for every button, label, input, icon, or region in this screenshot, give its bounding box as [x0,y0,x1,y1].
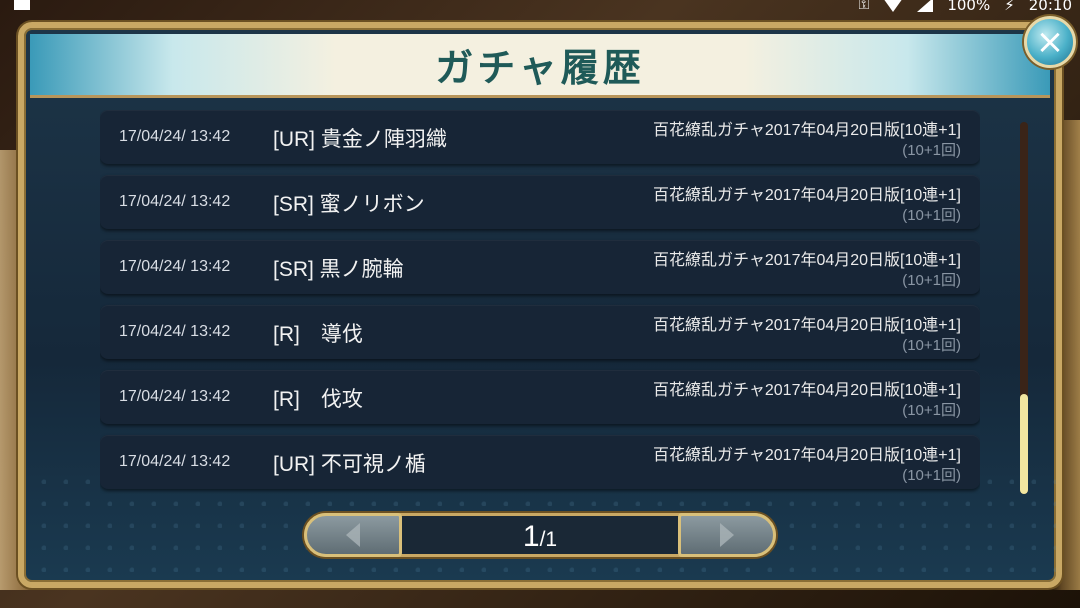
row-gacha-name: 百花繚乱ガチャ2017年04月20日版[10連+1] [653,122,961,139]
history-row: 17/04/24/ 13:42 [R] 伐攻 百花繚乱ガチャ2017年04月20… [100,370,980,424]
row-pull-count: (10+1回) [902,272,961,289]
key-icon: ⚿ [858,0,870,13]
row-pull-count: (10+1回) [902,337,961,354]
history-row: 17/04/24/ 13:42 [SR] 蜜ノリボン 百花繚乱ガチャ2017年0… [100,175,980,229]
prev-page-button[interactable] [304,513,402,557]
row-card-name: [R] 伐攻 [273,388,363,411]
history-row: 17/04/24/ 13:42 [UR] 不可視ノ楯 百花繚乱ガチャ2017年0… [100,435,980,489]
row-pull-count: (10+1回) [902,207,961,224]
row-date: 17/04/24/ 13:42 [119,388,231,405]
charging-icon: ⚡ [1004,0,1015,14]
row-pull-count: (10+1回) [902,467,961,484]
dialog-title: ガチャ履歴 [435,45,645,90]
row-date: 17/04/24/ 13:42 [119,323,231,340]
row-card-name: [SR] 蜜ノリボン [273,193,425,216]
row-card-name: [UR] 貴金ノ陣羽織 [273,128,447,151]
page-total: /1 [539,528,558,551]
dialog-title-bar: ガチャ履歴 [30,34,1050,98]
row-gacha-name: 百花繚乱ガチャ2017年04月20日版[10連+1] [653,252,961,269]
row-gacha-name: 百花繚乱ガチャ2017年04月20日版[10連+1] [653,447,961,464]
row-date: 17/04/24/ 13:42 [119,258,231,275]
row-card-name: [UR] 不可視ノ楯 [273,453,426,476]
close-button[interactable]: × [1024,16,1076,68]
row-card-name: [R] 導伐 [273,323,363,346]
history-list[interactable]: 17/04/24/ 13:42 [UR] 貴金ノ陣羽織 百花繚乱ガチャ2017年… [100,110,980,494]
chevron-right-icon [720,523,734,547]
history-row: 17/04/24/ 13:42 [UR] 貴金ノ陣羽織 百花繚乱ガチャ2017年… [100,110,980,164]
history-row: 17/04/24/ 13:42 [R] 導伐 百花繚乱ガチャ2017年04月20… [100,305,980,359]
row-date: 17/04/24/ 13:42 [119,128,231,145]
page-current: 1 [522,520,540,553]
row-date: 17/04/24/ 13:42 [119,193,231,210]
wifi-icon [883,0,904,12]
row-gacha-name: 百花繚乱ガチャ2017年04月20日版[10連+1] [653,317,961,334]
battery-level: 100% [947,0,991,14]
row-card-name: [SR] 黒ノ腕輪 [273,258,404,281]
clock: 20:10 [1028,0,1072,14]
row-pull-count: (10+1回) [902,402,961,419]
status-bar: ⚿ 100% ⚡ 20:10 [0,0,1080,14]
page-indicator: 1 /1 [402,518,678,556]
next-page-button[interactable] [678,513,776,557]
close-icon: × [1035,22,1065,62]
history-row: 17/04/24/ 13:42 [SR] 黒ノ腕輪 百花繚乱ガチャ2017年04… [100,240,980,294]
scrollbar-thumb[interactable] [1020,394,1028,494]
image-icon [14,0,30,12]
signal-icon [917,0,934,12]
row-pull-count: (10+1回) [902,142,961,159]
row-gacha-name: 百花繚乱ガチャ2017年04月20日版[10連+1] [653,382,961,399]
chevron-left-icon [346,523,360,547]
row-date: 17/04/24/ 13:42 [119,453,231,470]
row-gacha-name: 百花繚乱ガチャ2017年04月20日版[10連+1] [653,187,961,204]
